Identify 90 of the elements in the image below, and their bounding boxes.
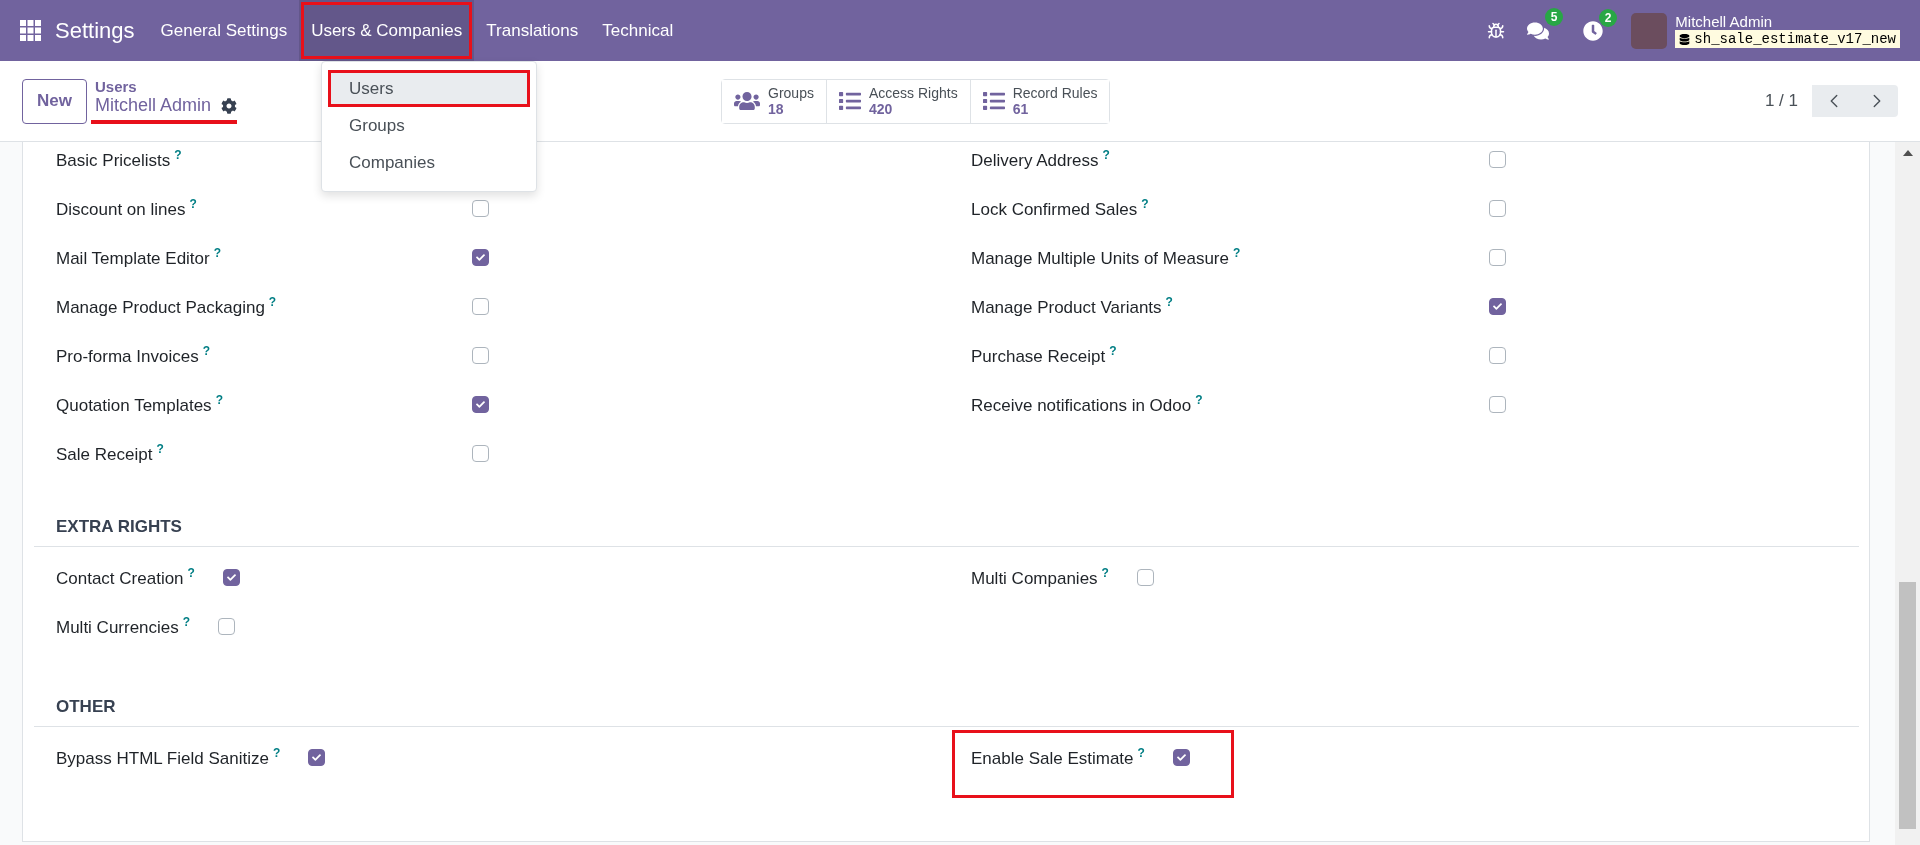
help-tooltip[interactable]: ? (1141, 197, 1149, 212)
help-tooltip[interactable]: ? (174, 148, 182, 163)
app-grid-icon[interactable] (20, 20, 41, 41)
checkbox[interactable] (218, 618, 236, 635)
checkbox[interactable] (472, 347, 489, 364)
checkbox[interactable] (1489, 396, 1506, 413)
checkbox[interactable] (472, 249, 489, 266)
scroll-up-icon[interactable] (1902, 150, 1913, 156)
check-icon (312, 753, 322, 762)
menu-item[interactable]: General Settings (148, 0, 300, 61)
check-icon (476, 400, 485, 409)
field-label: Purchase Receipt $^{?}$ (971, 344, 1118, 367)
scrollbar[interactable] (1895, 142, 1920, 845)
field-label: Delivery Address $^{?}$ (971, 148, 1111, 171)
help-tooltip[interactable]: ? (189, 197, 197, 212)
field-label: Manage Multiple Units of Measure $^{?}$ (971, 246, 1242, 269)
field-label: Multi Currencies $^{?}$ (56, 615, 191, 638)
message-count-badge: 5 (1544, 7, 1564, 26)
field-label: Quotation Templates $^{?}$ (56, 393, 224, 416)
field-label: Receive notifications in Odoo $^{?}$ (971, 393, 1204, 416)
checkbox[interactable] (1489, 249, 1506, 266)
avatar-placeholder[interactable] (1631, 12, 1668, 49)
breadcrumb-link[interactable]: Users (94, 78, 237, 95)
app-title: Settings (55, 17, 135, 44)
checkbox[interactable] (1489, 298, 1506, 315)
field-label: Enable Sale Estimate $^{?}$ (971, 746, 1145, 769)
field-label: Bypass HTML Field Sanitize $^{?}$ (56, 746, 281, 769)
field-label: Contact Creation $^{?}$ (56, 566, 195, 589)
list-icon (838, 90, 861, 112)
new-button[interactable]: New (22, 78, 87, 124)
checkbox[interactable] (472, 200, 489, 217)
help-tooltip[interactable]: ? (1101, 566, 1109, 581)
help-tooltip[interactable]: ? (202, 344, 210, 359)
check-icon (226, 573, 236, 582)
previous-button[interactable] (1812, 85, 1855, 117)
help-tooltip[interactable]: ? (272, 746, 281, 761)
activity-count-badge: 2 (1598, 8, 1618, 27)
stat-button[interactable]: Groups 18 (722, 79, 827, 123)
menu-item[interactable]: Translations (474, 0, 591, 61)
checkbox[interactable] (472, 396, 489, 413)
checkbox[interactable] (472, 298, 489, 315)
database-name: sh_sale_estimate_v17_new (1675, 30, 1900, 48)
menu-item[interactable]: Technical (590, 0, 686, 61)
help-tooltip[interactable]: ? (1109, 344, 1117, 359)
field-label: Mail Template Editor $^{?}$ (56, 246, 223, 269)
section-header: OTHER (34, 696, 1859, 727)
record-name: Mitchell Admin (94, 95, 211, 116)
check-icon (476, 253, 485, 262)
help-tooltip[interactable]: ? (1195, 393, 1203, 408)
next-button[interactable] (1855, 85, 1898, 117)
checkbox[interactable] (1172, 749, 1190, 766)
checkbox[interactable] (1489, 151, 1506, 168)
checkbox[interactable] (472, 445, 489, 462)
checkbox[interactable] (1489, 347, 1506, 364)
dropdown-item[interactable]: Companies (322, 144, 536, 181)
scrollbar-thumb[interactable] (1899, 582, 1916, 829)
field-label: Discount on lines $^{?}$ (56, 197, 198, 220)
field-label: Manage Product Packaging $^{?}$ (56, 295, 278, 318)
settings-icon[interactable] (221, 97, 237, 114)
menu-item[interactable]: Users & Companies (299, 0, 475, 61)
database-icon (1679, 33, 1691, 45)
help-tooltip[interactable]: ? (187, 566, 195, 581)
help-tooltip[interactable]: ? (1102, 148, 1110, 163)
field-label: Manage Product Variants $^{?}$ (971, 295, 1174, 318)
checkbox[interactable] (308, 749, 326, 766)
field-label: Sale Receipt $^{?}$ (56, 442, 165, 465)
check-icon (1493, 302, 1502, 311)
help-tooltip[interactable]: ? (182, 615, 191, 630)
section-header: EXTRA RIGHTS (34, 516, 1859, 547)
field-label: Pro-forma Invoices $^{?}$ (56, 344, 211, 367)
clock-icon[interactable] (1583, 20, 1604, 41)
help-tooltip[interactable]: ? (215, 393, 223, 408)
help-tooltip[interactable]: ? (213, 246, 222, 261)
debug-bug-icon[interactable] (1487, 21, 1506, 40)
field-label: Lock Confirmed Sales $^{?}$ (971, 197, 1150, 220)
field-label: Multi Companies $^{?}$ (971, 566, 1109, 589)
checkbox[interactable] (222, 569, 240, 586)
checkbox[interactable] (1489, 200, 1506, 217)
help-tooltip[interactable]: ? (268, 295, 277, 310)
help-tooltip[interactable]: ? (1165, 295, 1173, 310)
check-icon (1176, 753, 1186, 762)
list-icon (982, 90, 1005, 112)
help-tooltip[interactable]: ? (1232, 246, 1241, 261)
help-tooltip[interactable]: ? (1137, 746, 1145, 761)
user-name[interactable]: Mitchell Admin (1675, 13, 1900, 30)
dropdown-item[interactable]: Users (328, 70, 530, 107)
pager-value: 1 / 1 (1764, 91, 1798, 111)
dropdown-item[interactable]: Groups (322, 107, 536, 144)
help-tooltip[interactable]: ? (156, 442, 164, 457)
checkbox[interactable] (1136, 569, 1154, 586)
